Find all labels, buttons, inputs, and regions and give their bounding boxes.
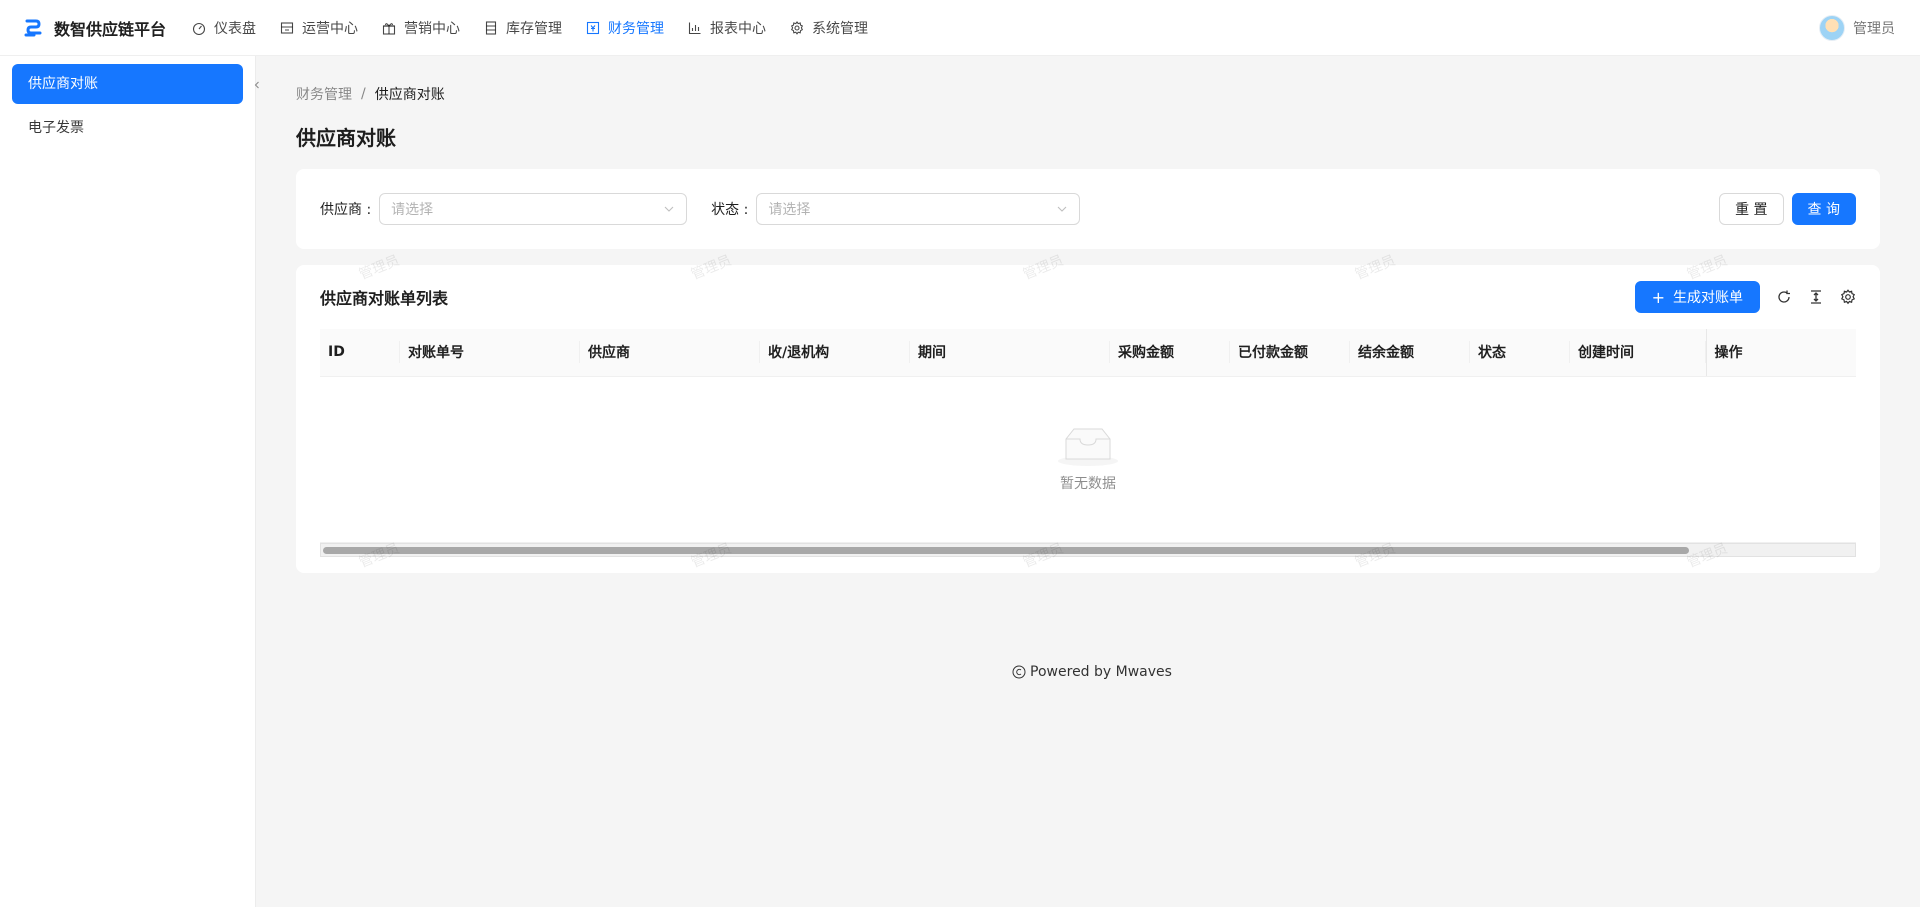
status-select-placeholder: 请选择 [768,202,811,218]
page-title: 供应商对账 [296,126,396,150]
horizontal-scrollbar[interactable] [320,543,1856,557]
sidebar-collapse-button[interactable] [249,73,265,97]
create-statement-label: 生成对账单 [1673,290,1743,306]
main-content: 财务管理 / 供应商对账 供应商对账 供应商 : 请选择 状态 : 请选择 重 … [296,56,1880,573]
footer-text: Powered by Mwaves [1030,664,1172,680]
reconciliation-table: ID 对账单号 供应商 收/退机构 期间 采购金额 已付款金额 结余金额 状态 … [320,329,1856,543]
nav-item-reports[interactable]: 报表中心 [676,0,778,56]
gift-icon [382,21,396,35]
sidebar-item-e-invoice[interactable]: 电子发票 [12,108,243,148]
nav-item-finance[interactable]: 财务管理 [574,0,676,56]
empty-row: 暂无数据 [320,376,1856,543]
status-filter-label: 状态 : [711,202,749,218]
store-icon [280,21,294,35]
table-card: 供应商对账单列表 + 生成对账单 ID 对账单号 供应商 收/退机构 期间 采购… [296,253,1880,573]
app-logo[interactable]: 数智供应链平台 [24,16,166,40]
copyright-icon [1012,665,1026,679]
logo-icon [24,19,42,36]
footer: Powered by Mwaves [1012,664,1172,680]
bar-chart-icon [688,21,702,35]
database-icon [484,20,498,35]
chevron-left-icon [254,81,259,89]
avatar [1819,15,1845,41]
top-header: 数智供应链平台 仪表盘 运营中心 营销中心 库存管理 财务管理 报表中心 系统管… [0,0,1920,56]
dashboard-icon [192,21,206,35]
column-header-actions: 操作 [1705,329,1856,377]
nav-item-inventory[interactable]: 库存管理 [472,0,574,56]
column-header-id: ID [320,329,400,377]
filter-card: 供应商 : 请选择 状态 : 请选择 重 置 查 询 [296,169,1880,249]
nav-item-system[interactable]: 系统管理 [778,0,880,56]
nav-label: 运营中心 [302,20,359,37]
sidebar: 供应商对账 电子发票 [0,56,256,907]
column-header-org: 收/退机构 [760,329,910,377]
supplier-filter: 供应商 : 请选择 [320,193,688,225]
app-title: 数智供应链平台 [54,19,167,39]
empty-text: 暂无数据 [1060,476,1116,492]
nav-label: 仪表盘 [214,20,257,37]
table-header-bar: 供应商对账单列表 + 生成对账单 [320,265,1856,329]
column-header-created-time: 创建时间 [1570,329,1706,377]
table-toolbar: + 生成对账单 [1634,281,1856,313]
user-name: 管理员 [1853,21,1895,37]
empty-inbox-icon [1058,428,1118,466]
column-header-purchase-amount: 采购金额 [1110,329,1230,377]
breadcrumb-current: 供应商对账 [374,87,445,103]
table-title: 供应商对账单列表 [320,289,449,308]
user-menu[interactable]: 管理员 [1819,0,1895,56]
top-nav: 仪表盘 运营中心 营销中心 库存管理 财务管理 报表中心 系统管理 [180,0,880,56]
supplier-filter-label: 供应商 : [320,202,372,218]
scrollbar-thumb[interactable] [323,547,1689,554]
create-statement-button[interactable]: + 生成对账单 [1634,281,1760,313]
plus-icon: + [1651,287,1665,307]
column-height-icon[interactable] [1808,289,1824,305]
reload-icon[interactable] [1776,289,1792,305]
breadcrumb: 财务管理 / 供应商对账 [296,84,1880,104]
chevron-down-icon [1056,203,1068,215]
reset-button[interactable]: 重 置 [1719,193,1784,225]
column-header-balance-amount: 结余金额 [1350,329,1470,377]
filter-actions: 重 置 查 询 [1719,193,1856,225]
supplier-select[interactable]: 请选择 [379,193,688,225]
column-header-period: 期间 [910,329,1110,377]
table-header-row: ID 对账单号 供应商 收/退机构 期间 采购金额 已付款金额 结余金额 状态 … [320,329,1856,377]
supplier-select-placeholder: 请选择 [391,202,434,218]
nav-item-marketing[interactable]: 营销中心 [370,0,472,56]
nav-label: 报表中心 [710,20,767,37]
nav-label: 库存管理 [506,20,563,37]
status-filter: 状态 : 请选择 [711,193,1081,225]
gear-icon [790,20,804,35]
finance-icon [586,21,600,35]
nav-label: 营销中心 [404,20,461,37]
column-header-supplier: 供应商 [580,329,760,377]
chevron-down-icon [663,203,675,215]
settings-icon[interactable] [1840,289,1856,305]
empty-cell: 暂无数据 [320,376,1856,543]
nav-item-dashboard[interactable]: 仪表盘 [180,0,268,56]
column-header-status: 状态 [1470,329,1570,377]
nav-item-operations[interactable]: 运营中心 [268,0,370,56]
column-header-statement-no: 对账单号 [400,329,580,377]
nav-label: 系统管理 [812,20,869,37]
sidebar-item-supplier-reconciliation[interactable]: 供应商对账 [12,64,243,104]
column-header-paid-amount: 已付款金额 [1230,329,1350,377]
status-select[interactable]: 请选择 [756,193,1081,225]
breadcrumb-separator: / [361,86,366,102]
breadcrumb-finance-link[interactable]: 财务管理 [296,84,352,104]
nav-label: 财务管理 [608,20,665,37]
query-button[interactable]: 查 询 [1791,193,1856,225]
empty-state: 暂无数据 [320,425,1856,493]
